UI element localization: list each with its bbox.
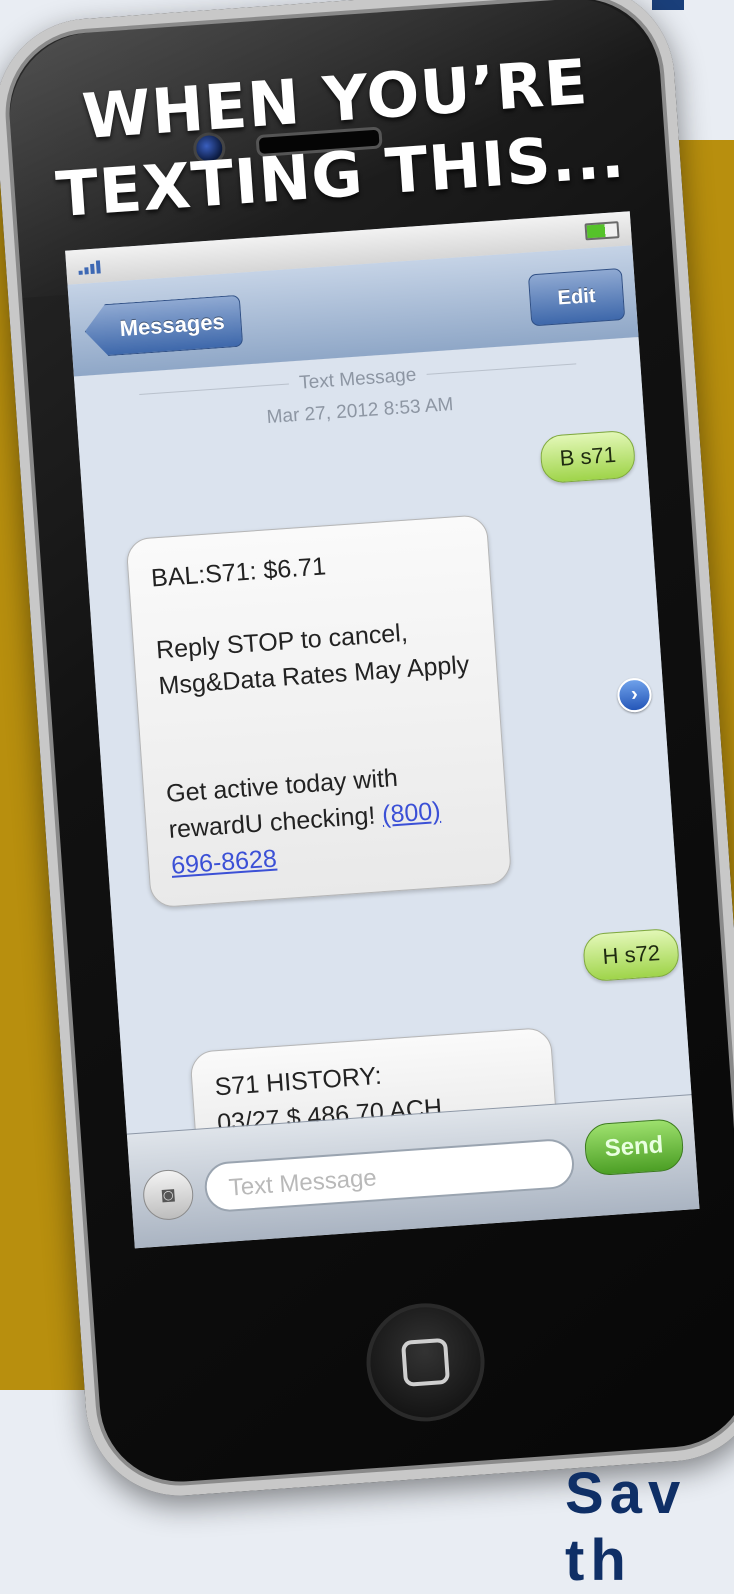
message-text: Reply STOP to cancel, Msg&Data Rates May… — [155, 618, 471, 701]
messages-back-button[interactable]: Messages — [83, 295, 243, 358]
message-text: B s71 — [558, 441, 617, 471]
chevron-right-icon[interactable]: › — [616, 676, 653, 714]
phone-screen: Messages Edit Text Message Mar 27, 2012 … — [65, 211, 700, 1249]
phone-mockup: Messages Edit Text Message Mar 27, 2012 … — [0, 0, 734, 1502]
incoming-message-bubble[interactable]: BAL:S71: $6.71 Reply STOP to cancel, Msg… — [125, 514, 513, 909]
message-input[interactable]: Text Message — [203, 1137, 576, 1214]
battery-icon — [584, 220, 620, 240]
outgoing-message-bubble[interactable]: B s71 — [539, 429, 637, 485]
send-button[interactable]: Send — [583, 1117, 685, 1177]
signal-icon — [78, 257, 101, 275]
message-text: Get active today with rewardU checking! … — [165, 763, 442, 880]
outgoing-message-bubble[interactable]: H s72 — [582, 927, 681, 983]
camera-icon[interactable]: ◙ — [141, 1168, 195, 1222]
message-thread[interactable]: Text Message Mar 27, 2012 8:53 AM B s71 … — [73, 336, 692, 1166]
message-text: H s72 — [601, 940, 661, 969]
footer-fragment: Sav th — [565, 1461, 687, 1593]
edit-button[interactable]: Edit — [527, 267, 626, 327]
message-text: BAL:S71: $6.71 — [150, 552, 327, 593]
